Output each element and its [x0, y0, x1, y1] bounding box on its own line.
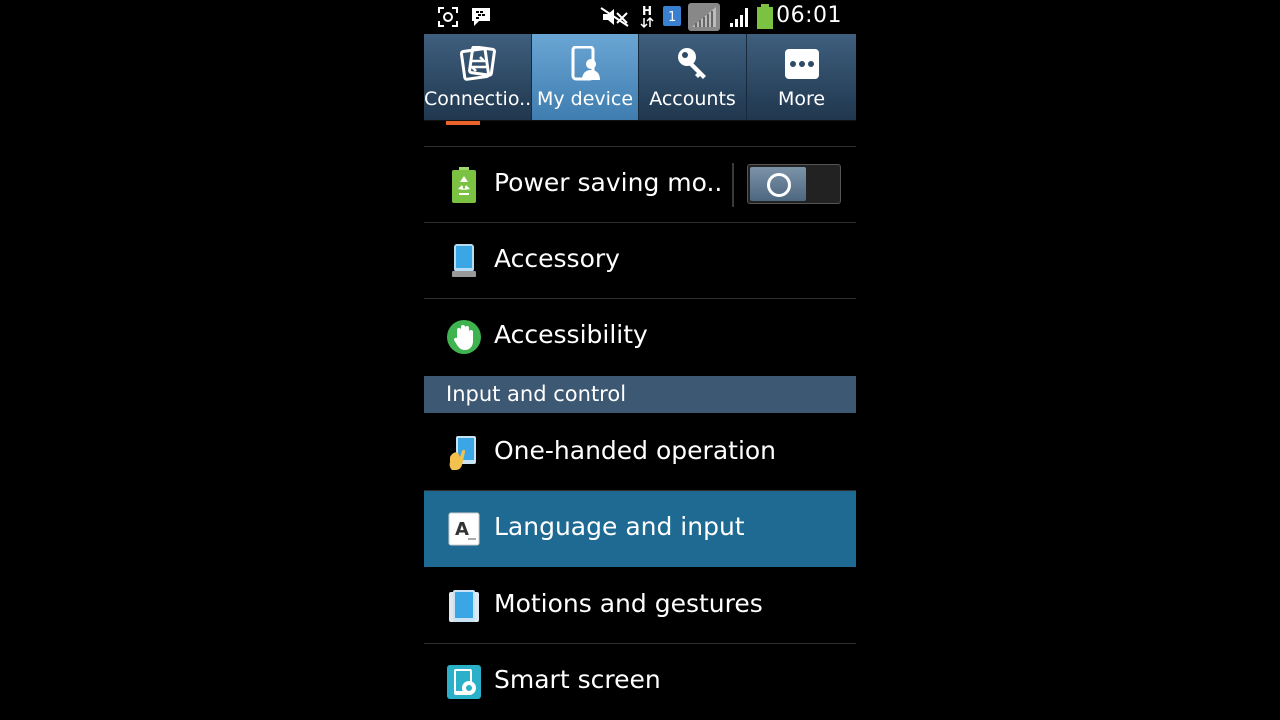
more-dots-icon [784, 46, 820, 86]
svg-text:A: A [455, 519, 469, 540]
list-item-one-handed[interactable]: One-handed operation [424, 415, 856, 491]
list-item-label: Language and input [494, 512, 745, 541]
toggle-knob [750, 167, 806, 201]
connections-icon [459, 45, 497, 86]
phone-screen: H 1 06:01 Connectio.. My device Accounts… [424, 0, 856, 720]
battery-recycle-icon [446, 167, 482, 203]
settings-tab-bar: Connectio.. My device Accounts More [424, 34, 856, 121]
tab-more[interactable]: More [747, 34, 856, 120]
list-item-label: Accessibility [494, 320, 648, 349]
clock: 06:01 [776, 3, 842, 28]
sim1-icon: 1 [662, 5, 682, 31]
list-item-motions[interactable]: Motions and gestures [424, 568, 856, 644]
list-item-label: Power saving mo.. [494, 168, 723, 197]
list-item-language-input[interactable]: A Language and input [424, 491, 856, 567]
list-item-accessory[interactable]: Accessory [424, 223, 856, 299]
smart-screen-icon [446, 664, 482, 700]
tab-label: Accounts [649, 88, 736, 110]
list-item-label: One-handed operation [494, 436, 777, 465]
list-item-label: Smart screen [494, 665, 661, 694]
my-device-icon [567, 45, 603, 86]
tab-my-device[interactable]: My device [532, 34, 639, 120]
section-header-input-control: Input and control [424, 376, 856, 413]
motion-icon [446, 588, 482, 624]
tab-accounts[interactable]: Accounts [639, 34, 747, 120]
list-item-smart-screen[interactable]: Smart screen [424, 644, 856, 720]
scrolled-item-icon-fragment [446, 121, 480, 125]
tab-label: Connectio.. [424, 88, 531, 110]
battery-icon [756, 4, 774, 34]
bbm-icon [470, 7, 492, 31]
h-signal-icon: H [640, 4, 654, 34]
svg-text:H: H [642, 4, 652, 18]
key-icon [675, 46, 711, 86]
tab-connections[interactable]: Connectio.. [424, 34, 532, 120]
list-item-label: Motions and gestures [494, 589, 763, 618]
svg-text:1: 1 [668, 10, 676, 25]
tab-label: My device [536, 88, 634, 110]
tab-label: More [777, 88, 826, 110]
toggle-separator [732, 163, 734, 207]
mute-icon [600, 7, 630, 31]
list-item-accessibility[interactable]: Accessibility [424, 299, 856, 375]
language-a-icon: A [446, 511, 482, 547]
power-saving-toggle[interactable] [747, 164, 841, 204]
no-signal-icon [688, 3, 720, 35]
list-item-power-saving[interactable]: Power saving mo.. [424, 147, 856, 223]
phone-accessory-icon [446, 243, 482, 279]
screenshot-icon [438, 7, 458, 31]
signal-bars-icon [728, 6, 752, 32]
status-bar: H 1 06:01 [424, 0, 856, 34]
hand-icon [446, 319, 482, 355]
list-item-label: Accessory [494, 244, 620, 273]
one-hand-icon [446, 435, 482, 471]
